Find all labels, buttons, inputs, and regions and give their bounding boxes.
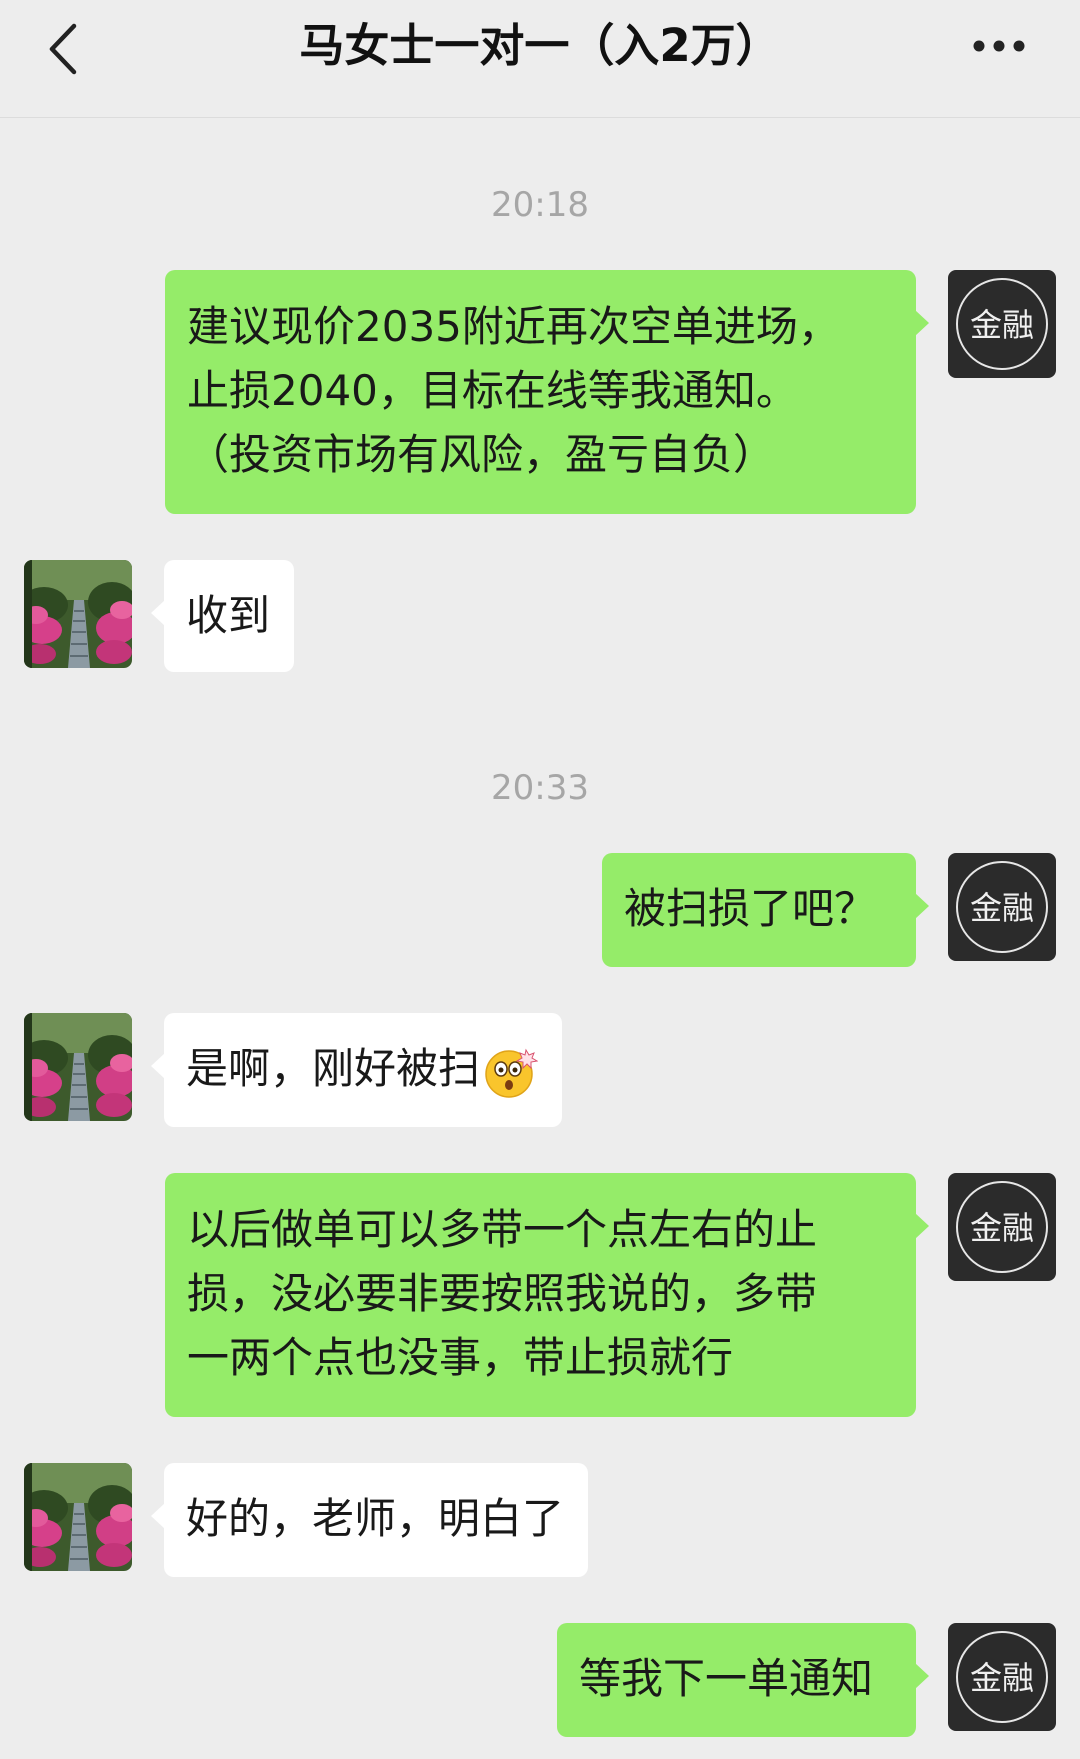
garden-path-image: [24, 560, 132, 668]
finance-logo-icon: 金融: [948, 1623, 1056, 1731]
self-avatar[interactable]: 金融: [948, 1173, 1056, 1281]
message-bubble-outgoing[interactable]: 建议现价2035附近再次空单进场， 止损2040，目标在线等我通知。 （投资市场…: [165, 270, 929, 514]
self-avatar[interactable]: 金融: [948, 270, 1056, 378]
message-bubble-incoming[interactable]: 收到: [150, 560, 295, 672]
message-line: 止损2040，目标在线等我通知。: [187, 366, 798, 415]
chat-header: 马女士一对一（入2万）: [0, 0, 1080, 118]
message-line: 一两个点也没事，带止损就行: [187, 1333, 734, 1382]
message-bubble-outgoing[interactable]: 以后做单可以多带一个点左右的止 损，没必要非要按照我说的，多带 一两个点也没事，…: [165, 1173, 929, 1417]
self-avatar[interactable]: 金融: [948, 853, 1056, 961]
contact-avatar[interactable]: [24, 560, 132, 668]
timestamp: 20:18: [491, 185, 589, 225]
finance-logo-icon: 金融: [948, 1173, 1056, 1281]
message-bubble-incoming[interactable]: 好的，老师，明白了: [150, 1463, 589, 1577]
message-bubble-outgoing[interactable]: 被扫损了吧？: [602, 853, 929, 967]
svg-text:金融: 金融: [970, 1209, 1034, 1247]
timestamp: 20:33: [491, 768, 589, 808]
svg-text:金融: 金融: [970, 306, 1034, 344]
message-text: 收到: [186, 591, 271, 640]
more-button[interactable]: [970, 22, 1030, 70]
svg-text:金融: 金融: [970, 1659, 1034, 1697]
garden-path-image: [24, 1013, 132, 1121]
message-text: 等我下一单通知: [579, 1654, 874, 1703]
shocked-face-emoji-icon: [485, 1048, 539, 1098]
finance-logo-icon: 金融: [948, 270, 1056, 378]
svg-text:金融: 金融: [970, 889, 1034, 927]
message-line: 建议现价2035附近再次空单进场，: [187, 302, 840, 351]
message-text: 是啊，刚好被扫: [186, 1044, 481, 1093]
garden-path-image: [24, 1463, 132, 1571]
message-line: （投资市场有风险，盈亏自负）: [187, 430, 776, 479]
finance-logo-icon: 金融: [948, 853, 1056, 961]
message-bubble-incoming[interactable]: 是啊，刚好被扫: [150, 1013, 563, 1127]
message-bubble-outgoing[interactable]: 等我下一单通知: [557, 1623, 929, 1737]
chat-title: 马女士一对一（入2万）: [299, 19, 781, 72]
contact-avatar[interactable]: [24, 1463, 132, 1571]
message-line: 是啊，刚好被扫: [186, 1037, 539, 1101]
message-text: 被扫损了吧？: [624, 884, 877, 933]
message-line: 损，没必要非要按照我说的，多带: [187, 1269, 818, 1318]
more-dots-icon: [973, 40, 1025, 52]
message-line: 以后做单可以多带一个点左右的止: [187, 1205, 818, 1254]
self-avatar[interactable]: 金融: [948, 1623, 1056, 1731]
contact-avatar[interactable]: [24, 1013, 132, 1121]
message-text: 好的，老师，明白了: [186, 1494, 565, 1543]
